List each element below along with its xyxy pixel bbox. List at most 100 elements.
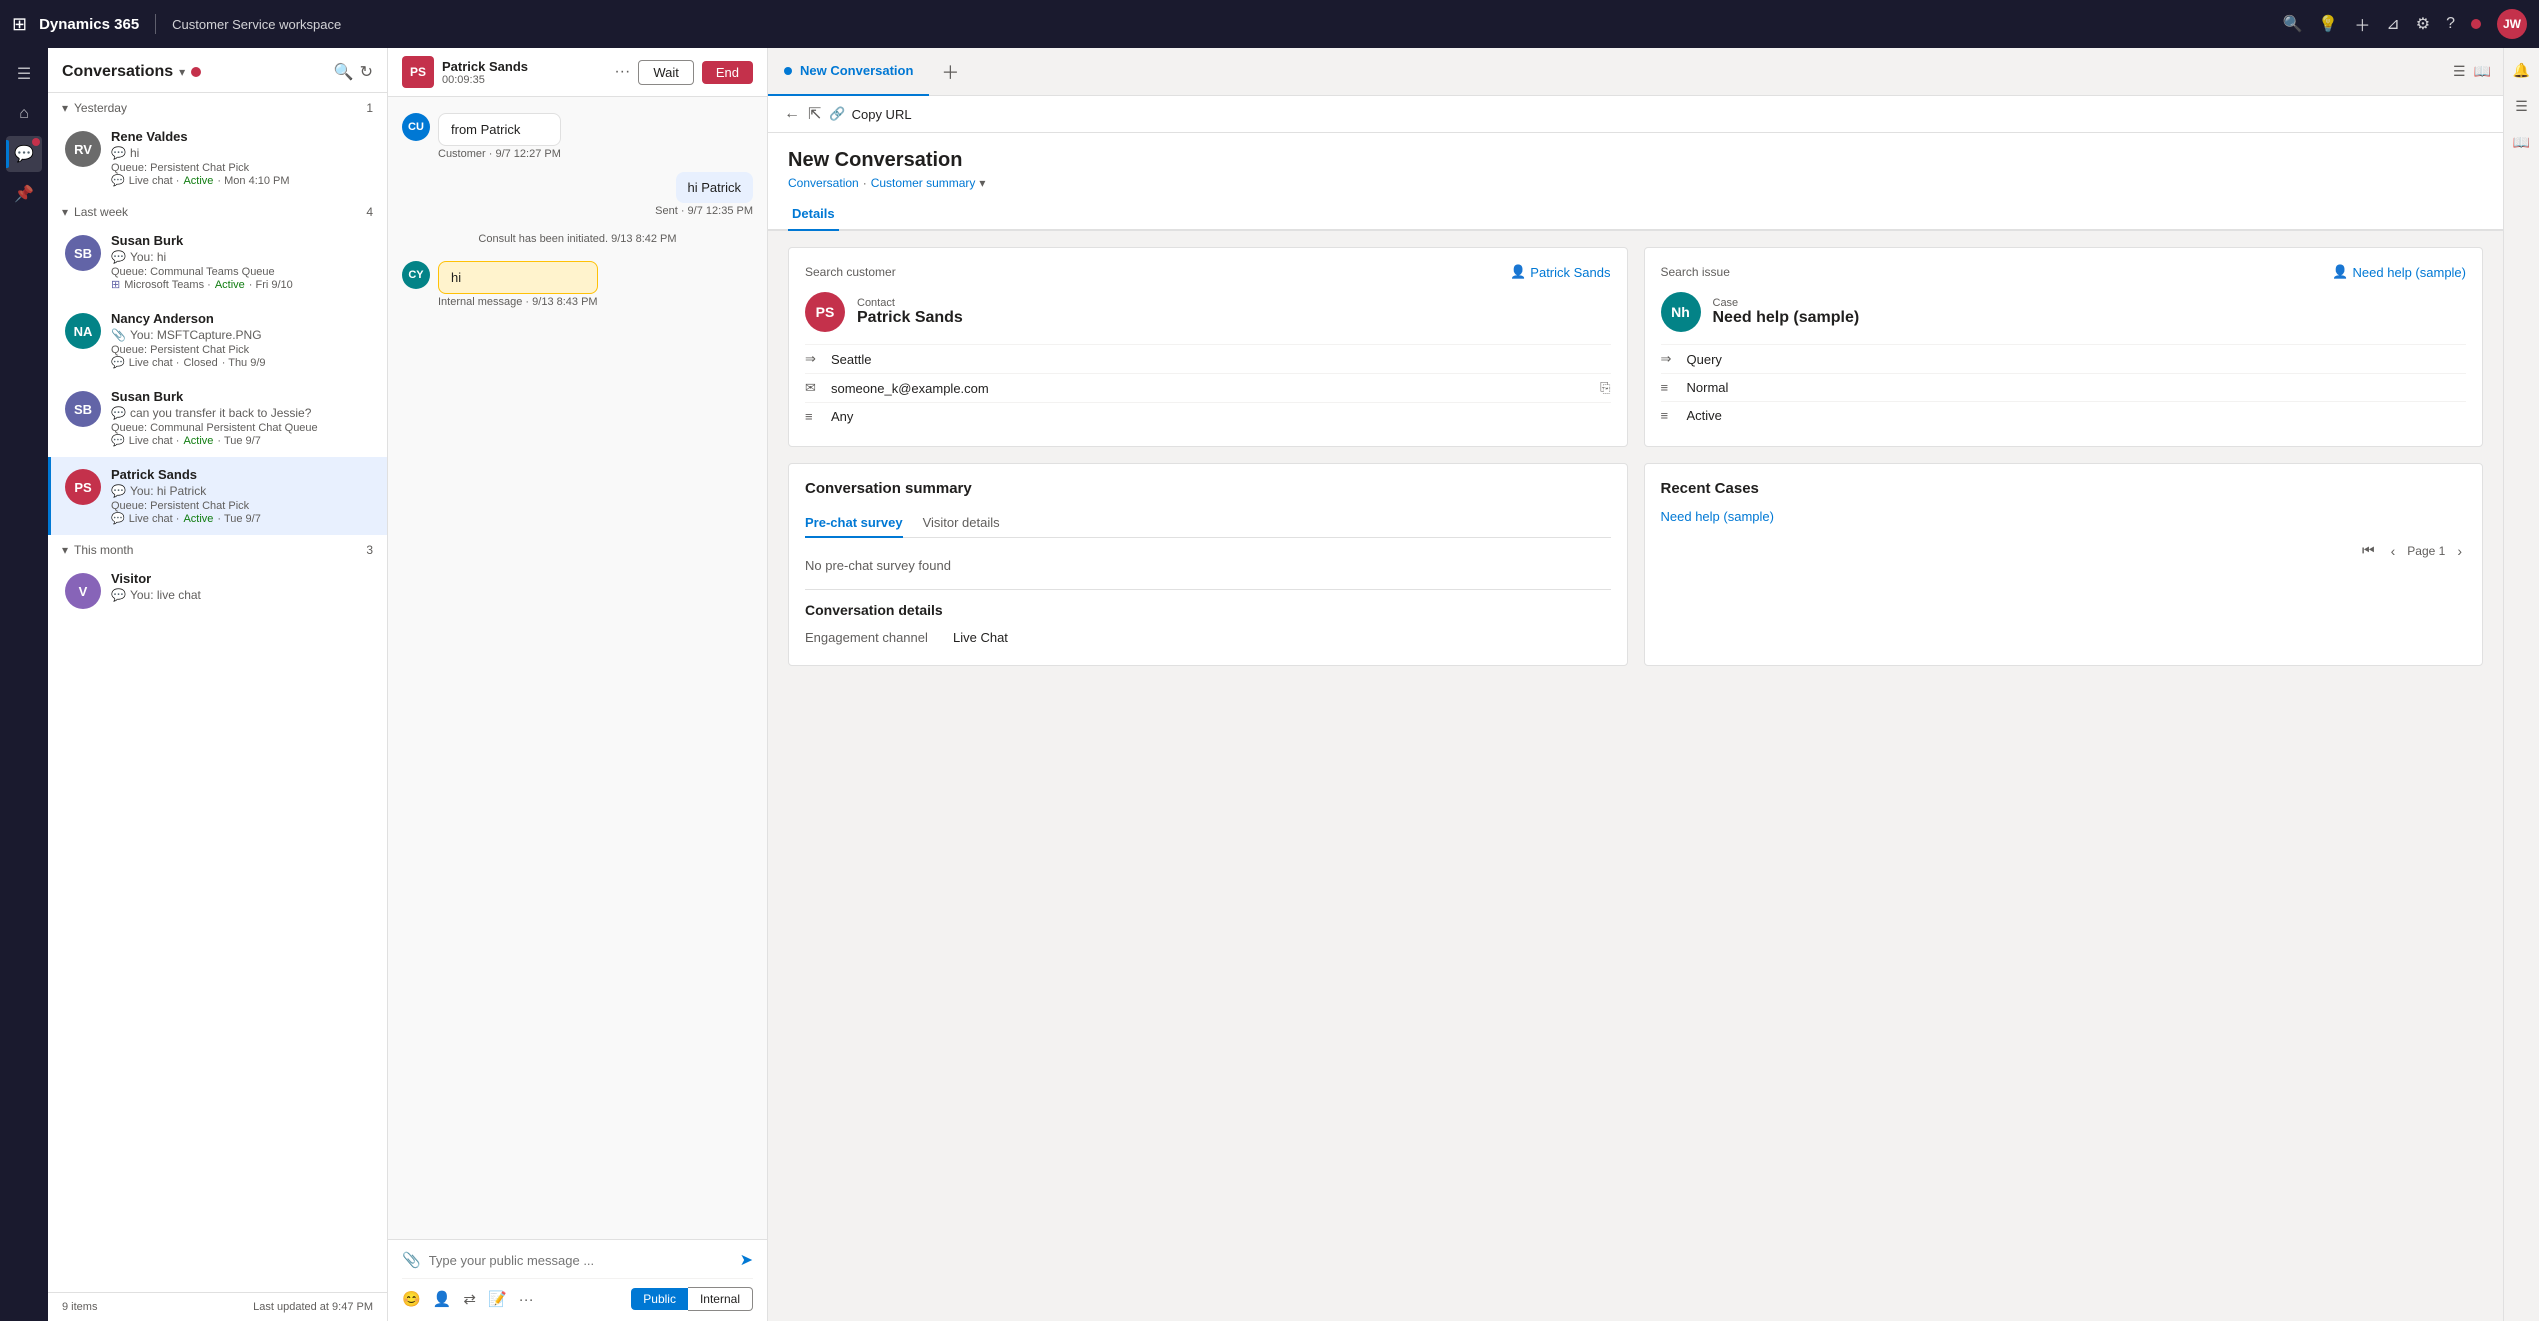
conv-preview-visitor: 💬 You: live chat xyxy=(111,588,373,602)
conv-search-icon[interactable]: 🔍 xyxy=(334,62,354,82)
customer-search-row: Search customer 👤 Patrick Sands xyxy=(805,264,1611,280)
breadcrumb-chevron[interactable]: ▾ xyxy=(979,176,985,190)
grid-icon[interactable]: ⊞ xyxy=(12,14,27,35)
customer-link-label: Patrick Sands xyxy=(1530,265,1610,280)
contact-any: Any xyxy=(831,409,853,424)
help-icon[interactable]: ? xyxy=(2446,15,2455,33)
conv-title-chevron[interactable]: ▾ xyxy=(179,65,185,79)
conv-preview-patrick-sands: 💬 You: hi Patrick xyxy=(111,484,373,498)
conv-item-visitor[interactable]: V Visitor 💬 You: live chat xyxy=(48,561,387,619)
chat-toolbar: 😊 👤 ⇄ 📝 ··· Public Internal xyxy=(402,1278,753,1311)
sidebar-pin[interactable]: 📌 xyxy=(6,176,42,212)
tab-visitor-details[interactable]: Visitor details xyxy=(923,509,1000,538)
conv-preview-rene-valdes: 💬 hi xyxy=(111,146,373,160)
section-yesterday[interactable]: ▾ Yesterday 1 xyxy=(48,93,387,119)
case-type-row: ⇒ Query xyxy=(1661,344,2467,373)
conv-refresh-icon[interactable]: ↻ xyxy=(360,62,373,82)
sidebar-conversations[interactable]: 💬 xyxy=(6,136,42,172)
icon-sidebar: ☰ ⌂ 💬 📌 xyxy=(0,48,48,1321)
conv-meta-nancy-anderson: Queue: Persistent Chat Pick xyxy=(111,344,373,356)
msg-hi-patrick: hi Patrick Sent · 9/7 12:35 PM xyxy=(655,172,753,217)
public-button[interactable]: Public xyxy=(631,1288,688,1310)
contact-name-info: Contact Patrick Sands xyxy=(857,297,963,327)
details-tabs: Details xyxy=(768,198,2503,231)
msg-internal-hi: CY hi Internal message · 9/13 8:43 PM xyxy=(402,261,753,308)
email-icon: ✉ xyxy=(805,380,821,396)
conv-item-nancy-anderson[interactable]: NA Nancy Anderson 📎 You: MSFTCapture.PNG… xyxy=(48,301,387,379)
customer-link[interactable]: 👤 Patrick Sands xyxy=(1510,264,1610,280)
notification-icon[interactable]: 🔔 xyxy=(2508,56,2536,84)
search-icon[interactable]: 🔍 xyxy=(2282,14,2302,34)
page-label: Page 1 xyxy=(2407,544,2445,558)
filter-icon[interactable]: ⊿ xyxy=(2386,14,2399,34)
section-last-week[interactable]: ▾ Last week 4 xyxy=(48,197,387,223)
chat-contact-name: Patrick Sands xyxy=(442,59,606,74)
recent-cases-title: Recent Cases xyxy=(1661,480,2467,497)
conv-name-rene-valdes: Rene Valdes xyxy=(111,129,373,144)
panel-icon[interactable]: ☰ xyxy=(2508,92,2536,120)
copy-url-label: Copy URL xyxy=(852,107,912,122)
transfer-icon[interactable]: ⇄ xyxy=(463,1290,476,1308)
back-icon[interactable]: ← xyxy=(784,105,800,123)
note-icon[interactable]: 📝 xyxy=(488,1290,507,1308)
conv-info-susan-burk-1: Susan Burk 💬 You: hi Queue: Communal Tea… xyxy=(111,233,373,291)
more-icon[interactable]: ··· xyxy=(519,1291,534,1308)
panel-book-icon[interactable]: 📖 xyxy=(2474,63,2491,80)
panel-list-icon[interactable]: ☰ xyxy=(2453,63,2466,80)
page-prev-icon[interactable]: ‹ xyxy=(2387,541,2400,561)
case-status-row: ≡ Active xyxy=(1661,401,2467,429)
chat-message-input[interactable] xyxy=(429,1253,732,1268)
conv-item-susan-burk-1[interactable]: SB Susan Burk 💬 You: hi Queue: Communal … xyxy=(48,223,387,301)
section-this-month[interactable]: ▾ This month 3 xyxy=(48,535,387,561)
breadcrumb-conversation[interactable]: Conversation xyxy=(788,176,859,190)
case-link[interactable]: 👤 Need help (sample) xyxy=(2332,264,2466,280)
conv-title: Conversations xyxy=(62,63,173,81)
breadcrumb-customer-summary[interactable]: Customer summary xyxy=(871,176,976,190)
chat-header-info: Patrick Sands 00:09:35 xyxy=(442,59,606,86)
chat-panel: PS Patrick Sands 00:09:35 ··· Wait End C… xyxy=(388,48,768,1321)
copy-url-button[interactable]: 🔗 Copy URL xyxy=(829,106,911,122)
avatar-nancy-anderson: NA xyxy=(65,313,101,349)
sidebar-hamburger[interactable]: ☰ xyxy=(6,56,42,92)
attachment-icon[interactable]: 📎 xyxy=(402,1251,421,1269)
section-collapse-this-month-icon: ▾ xyxy=(62,543,68,557)
conv-item-patrick-sands[interactable]: PS Patrick Sands 💬 You: hi Patrick Queue… xyxy=(48,457,387,535)
conv-info-nancy-anderson: Nancy Anderson 📎 You: MSFTCapture.PNG Qu… xyxy=(111,311,373,369)
chat-messages: CU from Patrick Customer · 9/7 12:27 PM … xyxy=(388,97,767,1239)
system-consult-msg: Consult has been initiated. 9/13 8:42 PM xyxy=(402,229,753,249)
conv-item-count: 9 items xyxy=(62,1301,97,1313)
end-button[interactable]: End xyxy=(702,61,753,84)
page-next-icon[interactable]: › xyxy=(2453,541,2466,561)
content-toolbar: ← ⇱ 🔗 Copy URL xyxy=(768,96,2503,133)
tab-add-icon[interactable]: ＋ xyxy=(929,59,971,85)
recent-case-link[interactable]: Need help (sample) xyxy=(1661,509,2467,524)
wait-button[interactable]: Wait xyxy=(638,60,694,85)
plus-icon[interactable]: ＋ xyxy=(2354,12,2370,36)
chat-more-options-icon[interactable]: ··· xyxy=(614,63,630,81)
sidebar-home[interactable]: ⌂ xyxy=(6,96,42,132)
conv-item-susan-burk-2[interactable]: SB Susan Burk 💬 can you transfer it back… xyxy=(48,379,387,457)
any-icon: ≡ xyxy=(805,409,821,424)
expand-icon[interactable]: ⇱ xyxy=(808,104,821,124)
conv-preview-nancy-anderson: 📎 You: MSFTCapture.PNG xyxy=(111,328,373,342)
tab-details[interactable]: Details xyxy=(788,198,839,231)
emoji-icon[interactable]: 😊 xyxy=(402,1290,421,1308)
case-type: Query xyxy=(1687,352,1722,367)
book-icon[interactable]: 📖 xyxy=(2508,128,2536,156)
send-icon[interactable]: ➤ xyxy=(740,1250,753,1270)
case-priority-icon: ≡ xyxy=(1661,380,1677,395)
contact-label: Contact xyxy=(857,297,963,309)
tab-new-conversation[interactable]: New Conversation xyxy=(768,48,929,96)
conv-meta-rene-valdes: Queue: Persistent Chat Pick xyxy=(111,162,373,174)
conv-item-rene-valdes[interactable]: RV Rene Valdes 💬 hi Queue: Persistent Ch… xyxy=(48,119,387,197)
page-breadcrumb: Conversation · Customer summary ▾ xyxy=(788,176,2483,190)
lightbulb-icon[interactable]: 💡 xyxy=(2318,14,2338,34)
settings-icon[interactable]: ⚙ xyxy=(2416,14,2430,34)
internal-button[interactable]: Internal xyxy=(688,1287,753,1311)
tab-dot xyxy=(784,67,792,75)
agent-icon[interactable]: 👤 xyxy=(433,1290,452,1308)
email-copy-icon[interactable]: ⎘ xyxy=(1600,380,1610,396)
user-avatar[interactable]: JW xyxy=(2497,9,2527,39)
page-first-icon[interactable]: ⏮ xyxy=(2358,540,2379,561)
tab-prechat-survey[interactable]: Pre-chat survey xyxy=(805,509,903,538)
